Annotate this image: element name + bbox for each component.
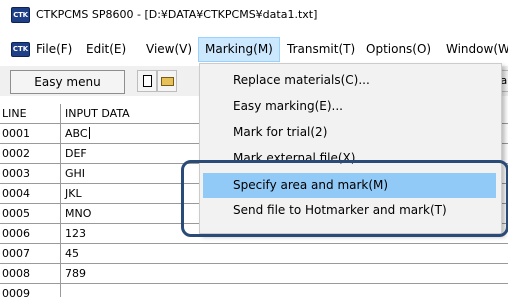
text-caret — [88, 127, 90, 139]
input-data-cell[interactable]: 45 — [61, 244, 508, 264]
line-number: 0009 — [0, 284, 61, 297]
input-data-cell[interactable]: 789 — [61, 264, 508, 284]
menu-item-mark-for-trial[interactable]: Mark for trial(2) — [203, 120, 496, 145]
line-number: 0006 — [0, 224, 61, 244]
document-icon[interactable]: CTK — [11, 42, 30, 57]
new-file-button[interactable] — [137, 70, 157, 92]
menu-window[interactable]: Window(W — [446, 37, 508, 62]
input-data-text: ABC — [65, 127, 88, 140]
open-folder-icon — [161, 77, 174, 86]
menu-view[interactable]: View(V) — [146, 37, 192, 62]
menu-transmit[interactable]: Transmit(T) — [287, 37, 355, 62]
table-row[interactable]: 0007 45 — [0, 244, 508, 264]
column-header-line: LINE — [0, 104, 61, 124]
input-data-cell[interactable] — [61, 284, 508, 297]
line-number: 0008 — [0, 264, 61, 284]
easy-menu-button[interactable]: Easy menu — [10, 70, 125, 94]
line-number: 0003 — [0, 164, 61, 184]
line-number: 0007 — [0, 244, 61, 264]
new-file-icon — [143, 75, 152, 87]
menu-options[interactable]: Options(O) — [366, 37, 431, 62]
app-icon: CTK — [11, 7, 30, 23]
line-number: 0001 — [0, 124, 61, 144]
line-number: 0002 — [0, 144, 61, 164]
callout-highlight — [181, 160, 508, 237]
line-number: 0005 — [0, 204, 61, 224]
menu-item-easy-marking[interactable]: Easy marking(E)... — [203, 94, 496, 119]
line-number: 0004 — [0, 184, 61, 204]
open-folder-button[interactable] — [157, 70, 177, 92]
table-row[interactable]: 0008 789 — [0, 264, 508, 284]
title-bar: CTK CTKPCMS SP8600 - [D:¥DATA¥CTKPCMS¥da… — [0, 0, 508, 30]
window-title: CTKPCMS SP8600 - [D:¥DATA¥CTKPCMS¥data1.… — [36, 8, 318, 21]
menu-item-replace-materials[interactable]: Replace materials(C)... — [203, 68, 496, 93]
table-row[interactable]: 0009 — [0, 284, 508, 297]
menu-edit[interactable]: Edit(E) — [86, 37, 126, 62]
menu-marking[interactable]: Marking(M) — [198, 37, 280, 62]
menu-file[interactable]: File(F) — [36, 37, 72, 62]
